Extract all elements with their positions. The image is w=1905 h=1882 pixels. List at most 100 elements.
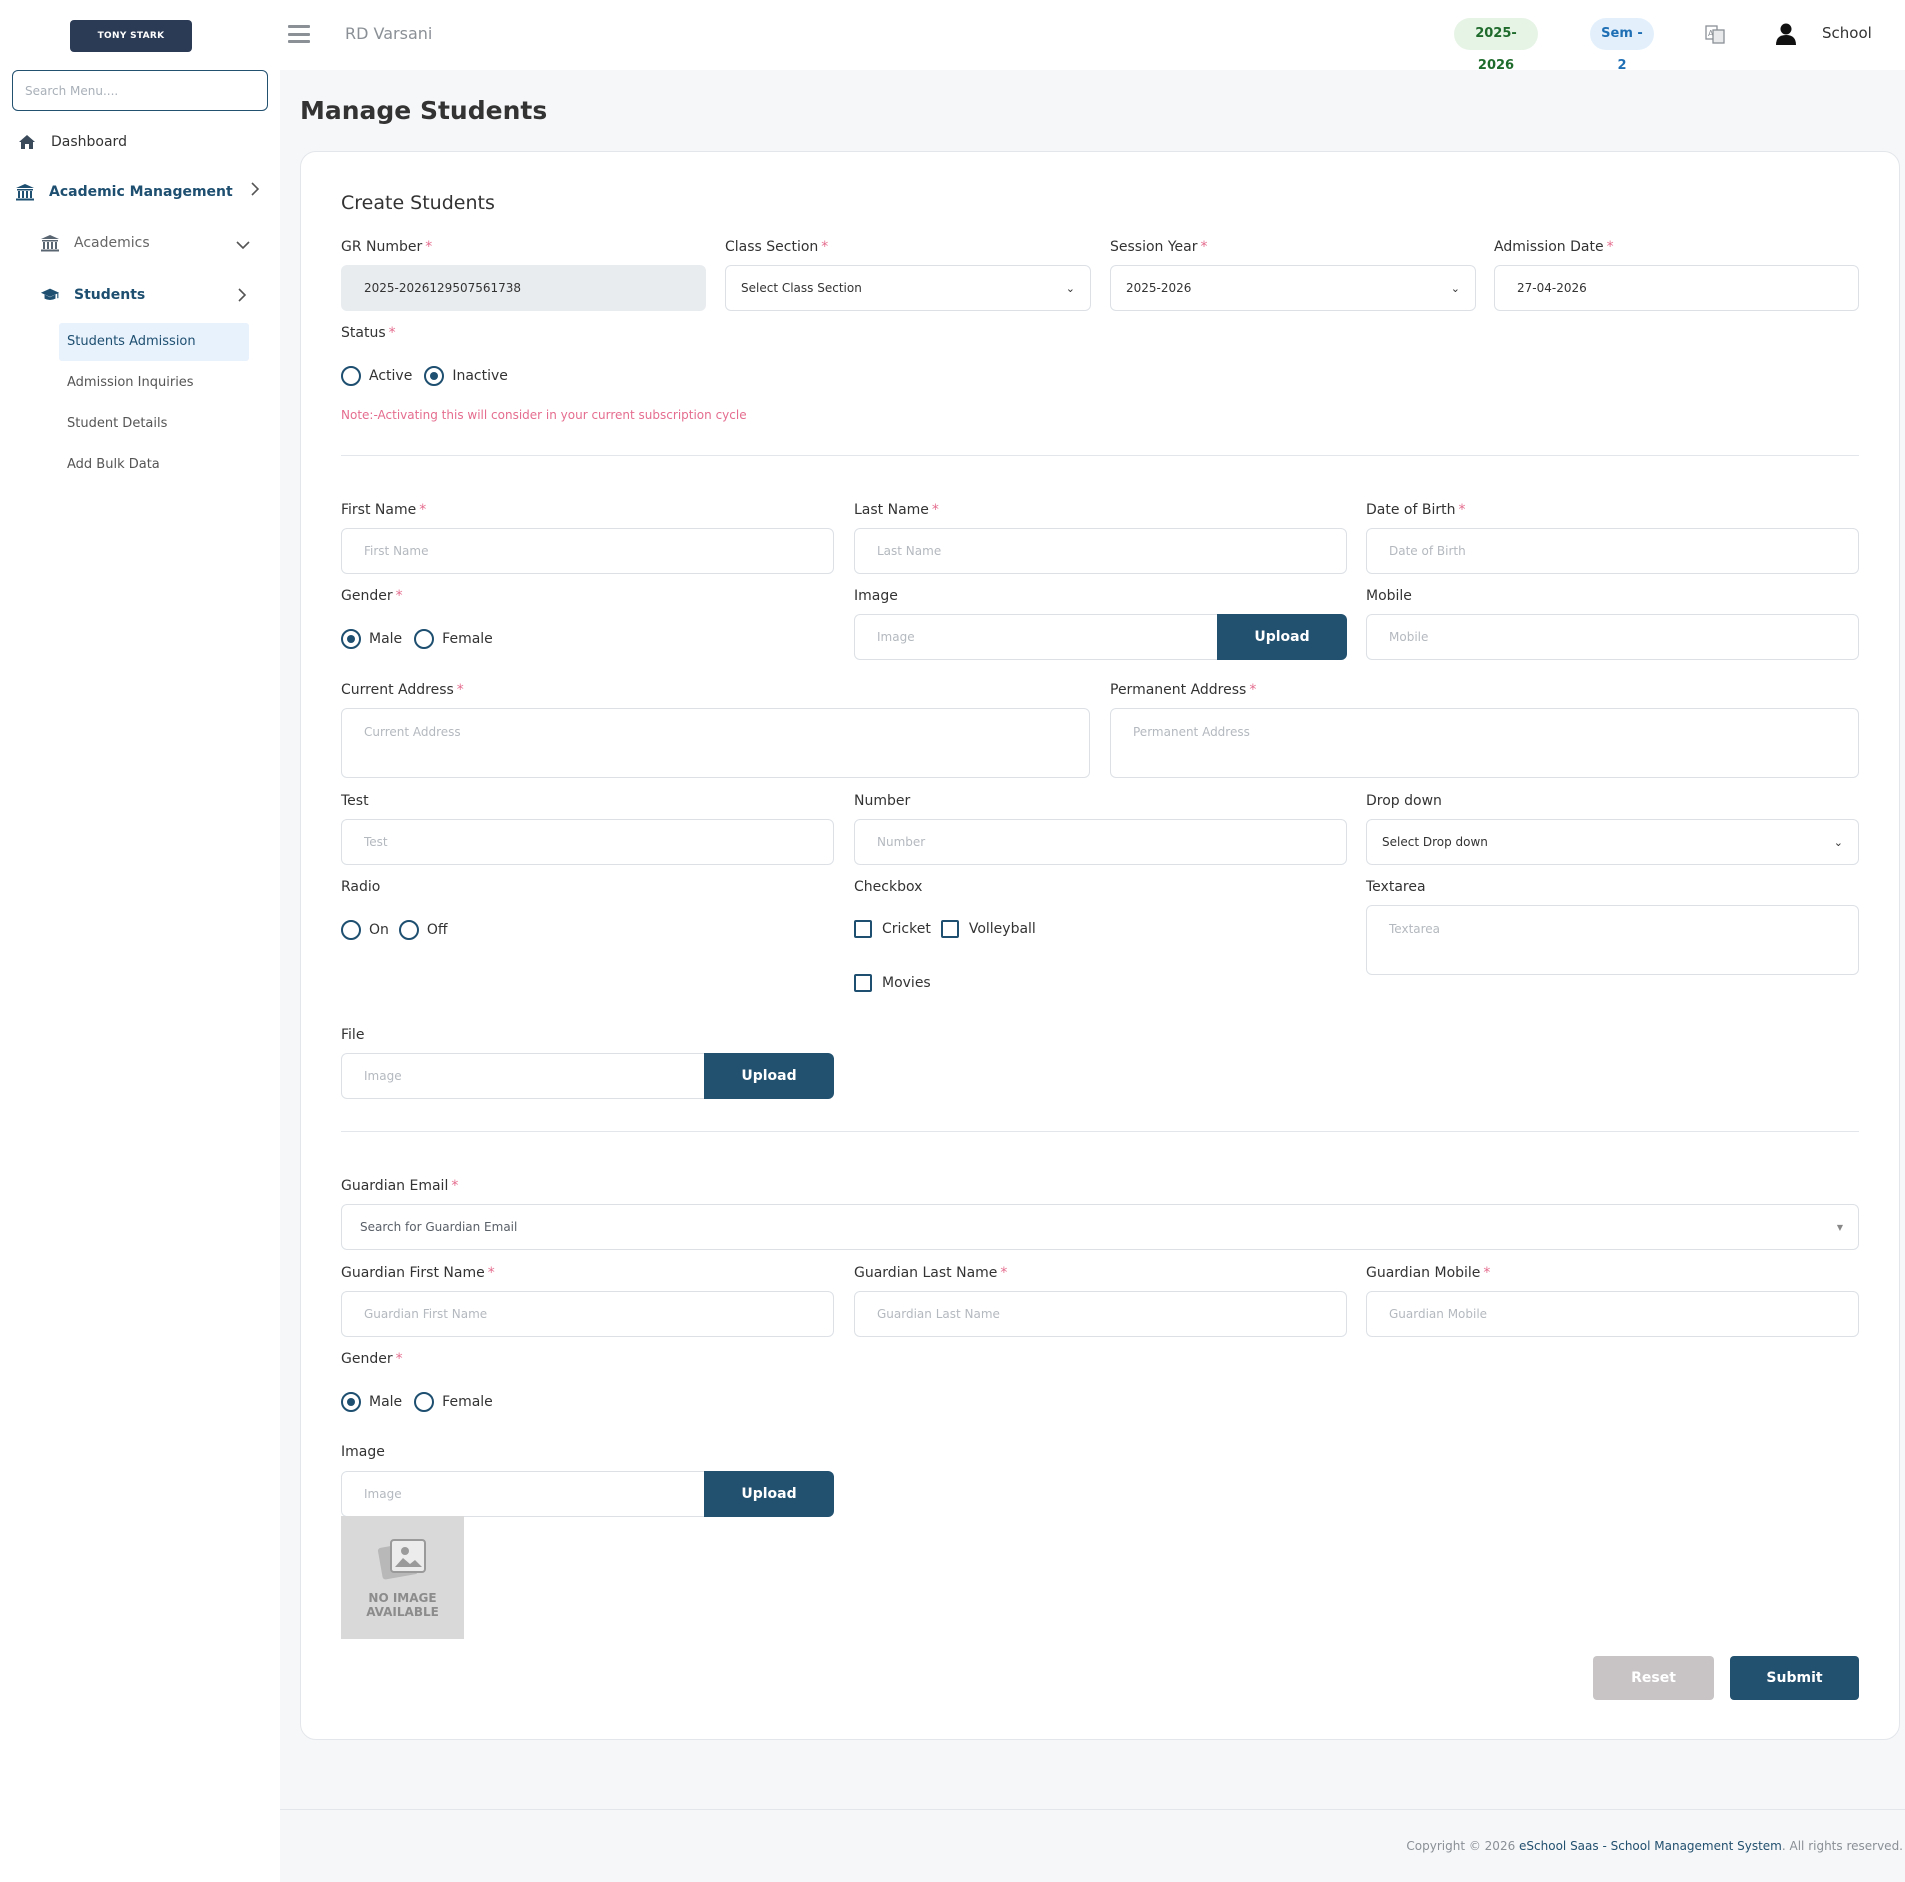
chevron-down-icon: ⌄ bbox=[1450, 281, 1460, 295]
guardian-email-select[interactable]: Search for Guardian Email ▼ bbox=[341, 1204, 1859, 1250]
sidebar-subitem-students-admission[interactable]: Students Admission bbox=[59, 323, 249, 361]
guardian-mobile-label: Guardian Mobile * bbox=[1366, 1265, 1491, 1281]
reset-button[interactable]: Reset bbox=[1593, 1656, 1714, 1700]
dropdown-select[interactable]: Select Drop down ⌄ bbox=[1366, 819, 1859, 865]
guardian-email-label: Guardian Email * bbox=[341, 1178, 459, 1194]
gender-male-radio[interactable] bbox=[341, 629, 361, 649]
checkbox-group-row2: Movies bbox=[854, 974, 941, 992]
on-off-radio-group: On Off bbox=[341, 920, 458, 940]
admission-date-input[interactable] bbox=[1494, 265, 1859, 311]
school-logo[interactable]: TONY STARK bbox=[70, 20, 192, 52]
user-name[interactable]: School bbox=[1822, 24, 1872, 42]
gender-label: Gender * bbox=[341, 588, 403, 604]
file-input[interactable] bbox=[341, 1053, 705, 1099]
last-name-input[interactable] bbox=[854, 528, 1347, 574]
sidebar-item-students[interactable]: Students bbox=[40, 285, 145, 305]
logo-text: TONY STARK bbox=[97, 31, 165, 41]
textarea-input[interactable] bbox=[1366, 905, 1859, 975]
checkbox-group: Cricket Volleyball bbox=[854, 920, 1046, 938]
volleyball-checkbox[interactable] bbox=[940, 920, 959, 938]
footer: Copyright © 2026 eSchool Saas - School M… bbox=[1406, 1839, 1903, 1853]
first-name-input[interactable] bbox=[341, 528, 834, 574]
chevron-right-icon bbox=[237, 288, 247, 306]
menu-toggle-icon[interactable] bbox=[288, 25, 310, 43]
movies-checkbox[interactable] bbox=[854, 974, 872, 992]
mobile-input[interactable] bbox=[1366, 614, 1859, 660]
radio-on[interactable] bbox=[341, 920, 361, 940]
dob-label: Date of Birth * bbox=[1366, 502, 1466, 518]
guardian-last-name-input[interactable] bbox=[854, 1291, 1347, 1337]
subscription-note: Note:-Activating this will consider in y… bbox=[341, 408, 747, 422]
guardian-first-name-input[interactable] bbox=[341, 1291, 834, 1337]
number-input[interactable] bbox=[854, 819, 1347, 865]
class-section-select[interactable]: Select Class Section ⌄ bbox=[725, 265, 1091, 311]
language-icon[interactable]: A bbox=[1705, 24, 1725, 44]
topbar bbox=[280, 0, 1905, 70]
status-radio-group: Active Inactive bbox=[341, 366, 518, 386]
photo-icon bbox=[377, 1537, 429, 1587]
status-active-radio[interactable] bbox=[341, 366, 361, 386]
test-input[interactable] bbox=[341, 819, 834, 865]
guardian-mobile-input[interactable] bbox=[1366, 1291, 1859, 1337]
sidebar-item-academics[interactable]: Academics bbox=[40, 233, 150, 253]
svg-text:A: A bbox=[1708, 29, 1714, 38]
first-name-label: First Name * bbox=[341, 502, 427, 518]
footer-divider bbox=[280, 1809, 1905, 1810]
semester-pill[interactable]: Sem - 2 bbox=[1590, 18, 1654, 73]
last-name-label: Last Name * bbox=[854, 502, 939, 518]
current-address-label: Current Address * bbox=[341, 682, 464, 698]
caret-down-icon: ▼ bbox=[1836, 1222, 1843, 1232]
session-year-select[interactable]: 2025-2026 ⌄ bbox=[1110, 265, 1476, 311]
radio-label: Radio bbox=[341, 879, 381, 895]
sidebar-item-label: Students bbox=[74, 287, 146, 303]
textarea-label: Textarea bbox=[1366, 879, 1426, 895]
file-label: File bbox=[341, 1027, 365, 1043]
file-upload-button[interactable]: Upload bbox=[704, 1053, 834, 1099]
gr-number-input[interactable] bbox=[341, 265, 706, 311]
sidebar: TONY STARK Dashboard Academic Management… bbox=[0, 0, 280, 1882]
guardian-gender-label: Gender * bbox=[341, 1351, 403, 1367]
chevron-down-icon: ⌄ bbox=[1065, 281, 1075, 295]
gr-number-label: GR Number * bbox=[341, 239, 433, 255]
sidebar-item-academic-management[interactable]: Academic Management bbox=[15, 182, 233, 202]
image-label: Image bbox=[854, 588, 898, 604]
search-menu-input[interactable] bbox=[12, 70, 268, 111]
session-year-label: Session Year * bbox=[1110, 239, 1208, 255]
status-inactive-radio[interactable] bbox=[424, 366, 445, 386]
permanent-address-input[interactable] bbox=[1110, 708, 1859, 778]
cricket-checkbox[interactable] bbox=[854, 920, 872, 938]
guardian-gender-male-radio[interactable] bbox=[341, 1392, 361, 1412]
class-section-label: Class Section * bbox=[725, 239, 829, 255]
page-title: Manage Students bbox=[300, 96, 548, 125]
institution-icon bbox=[15, 182, 35, 202]
card-title: Create Students bbox=[341, 192, 495, 214]
guardian-image-upload-button[interactable]: Upload bbox=[704, 1471, 834, 1517]
graduation-cap-icon bbox=[40, 285, 60, 305]
submit-button[interactable]: Submit bbox=[1730, 1656, 1859, 1700]
sidebar-subitem-add-bulk-data[interactable]: Add Bulk Data bbox=[59, 446, 168, 484]
radio-off[interactable] bbox=[398, 920, 419, 940]
session-year-pill[interactable]: 2025-2026 bbox=[1454, 18, 1538, 73]
guardian-image-input[interactable] bbox=[341, 1471, 705, 1517]
guardian-image-label: Image bbox=[341, 1444, 385, 1460]
image-upload-button[interactable]: Upload bbox=[1217, 614, 1347, 660]
no-image-text: NO IMAGE AVAILABLE bbox=[366, 1590, 439, 1619]
sidebar-item-dashboard[interactable]: Dashboard bbox=[17, 132, 127, 152]
chevron-right-icon bbox=[250, 182, 260, 200]
current-address-input[interactable] bbox=[341, 708, 1090, 778]
sidebar-subitem-admission-inquiries[interactable]: Admission Inquiries bbox=[59, 364, 202, 402]
user-icon[interactable] bbox=[1775, 22, 1797, 46]
chevron-down-icon bbox=[236, 238, 250, 254]
sidebar-subitem-student-details[interactable]: Student Details bbox=[59, 405, 175, 443]
guardian-gender-female-radio[interactable] bbox=[414, 1392, 435, 1412]
home-icon bbox=[17, 132, 37, 152]
number-label: Number bbox=[854, 793, 911, 809]
dob-input[interactable] bbox=[1366, 528, 1859, 574]
guardian-gender-radio-group: Male Female bbox=[341, 1392, 503, 1412]
image-input[interactable] bbox=[854, 614, 1218, 660]
gender-female-radio[interactable] bbox=[414, 629, 435, 649]
footer-link[interactable]: eSchool Saas - School Management System bbox=[1519, 1839, 1782, 1853]
admission-date-label: Admission Date * bbox=[1494, 239, 1614, 255]
sidebar-item-label: Academic Management bbox=[49, 184, 233, 200]
guardian-last-name-label: Guardian Last Name * bbox=[854, 1265, 1008, 1281]
